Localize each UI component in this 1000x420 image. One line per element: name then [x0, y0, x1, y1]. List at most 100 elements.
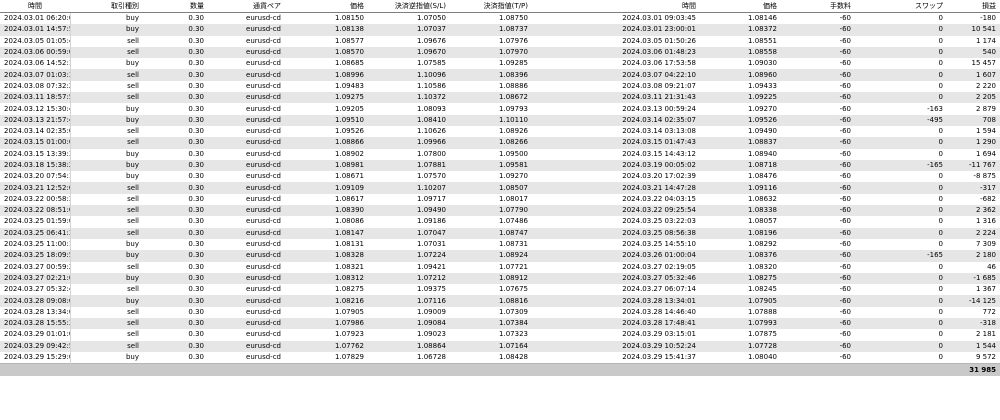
- cell-take-profit: 1.08672: [450, 92, 532, 104]
- table-row[interactable]: 2024.03.06 14:52:10 buy 0.30 eurusd-cd 1.086…: [0, 58, 1000, 70]
- total-profit: 31 985: [947, 363, 1000, 377]
- trade-history-table: 時間 取引種別 数量 通貨ペア 価格 決済逆指値(S/L) 決済指値(T/P) …: [0, 0, 1000, 377]
- cell-volume: 0.30: [143, 318, 208, 330]
- col-header-close-price[interactable]: 価格: [700, 0, 781, 13]
- table-row[interactable]: 2024.03.28 13:34:02 sell 0.30 eurusd-cd 1.07…: [0, 306, 1000, 319]
- table-row[interactable]: 2024.03.12 15:30:45 buy 0.30 eurusd-cd 1.092…: [0, 103, 1000, 115]
- col-header-commission[interactable]: 手数料: [781, 0, 855, 13]
- cell-symbol: eurusd-cd: [246, 194, 281, 203]
- table-row[interactable]: 2024.03.01 06:20:08 buy 0.30 eurusd-cd 1.081…: [0, 12, 1000, 25]
- cell-commission: -60: [781, 137, 855, 149]
- table-row[interactable]: 2024.03.27 00:59:20 sell 0.30 eurusd-cd 1.08…: [0, 261, 1000, 273]
- cell-open-price: 1.09483: [335, 81, 364, 90]
- col-header-open-price[interactable]: 価格: [285, 0, 368, 13]
- table-row[interactable]: 2024.03.22 00:58:33 sell 0.30 eurusd-cd 1.08…: [0, 193, 1000, 206]
- table-row[interactable]: 2024.03.06 00:59:01sell0.30eurusd-cd1.08…: [0, 46, 1000, 59]
- col-header-open-time[interactable]: 時間: [0, 0, 70, 13]
- cell-symbol: eurusd-cd: [246, 240, 281, 249]
- table-row[interactable]: 2024.03.25 06:41:31sell0.30eurusd-cd1.08…: [0, 227, 1000, 239]
- table-row[interactable]: 2024.03.25 01:59:06 sell 0.30 eurusd-cd 1.08…: [0, 216, 1000, 228]
- cell-open-time: 2024.03.15 13:39:33: [0, 148, 71, 160]
- table-row[interactable]: 2024.03.25 18:09:55buy0.30eurusd-cd1.083…: [0, 250, 1000, 262]
- table-row[interactable]: 2024.03.18 15:38:24buy0.30eurusd-cd1.089…: [0, 159, 1000, 172]
- cell-symbol: eurusd-cd: [208, 137, 285, 149]
- table-row[interactable]: 2024.03.20 07:54:11 buy 0.30 eurusd-cd 1.086…: [0, 171, 1000, 183]
- cell-volume: 0.30: [143, 92, 208, 104]
- cell-take-profit: 1.08396: [450, 69, 532, 81]
- cell-take-profit: 1.08747: [450, 227, 532, 239]
- col-header-swap[interactable]: スワップ: [855, 0, 947, 13]
- cell-type: sell: [127, 285, 139, 294]
- table-row[interactable]: 2024.03.21 12:52:07sell0.30eurusd-cd1.09…: [0, 182, 1000, 194]
- table-row[interactable]: 2024.03.25 11:00:13 buy 0.30 eurusd-cd 1.081…: [0, 238, 1000, 251]
- table-row[interactable]: 2024.03.11 18:57:51sell0.30eurusd-cd1.09…: [0, 92, 1000, 104]
- cell-volume: 0.30: [188, 81, 204, 90]
- cell-close-time: 2024.03.13 00:59:24: [622, 104, 696, 113]
- cell-profit: 540: [947, 46, 1000, 59]
- cell-close-price: 1.08632: [748, 194, 777, 203]
- cell-close-time: 2024.03.27 06:07:14: [622, 285, 696, 294]
- table-row[interactable]: 2024.03.07 01:03:34sell0.30eurusd-cd1.08…: [0, 69, 1000, 81]
- cell-close-price: 1.08718: [700, 159, 781, 172]
- cell-profit: 2 181: [975, 330, 996, 339]
- cell-symbol: eurusd-cd: [246, 172, 281, 181]
- cell-open-time: 2024.03.07 01:03:34: [0, 69, 71, 81]
- cell-type: sell: [127, 36, 139, 45]
- table-row[interactable]: 2024.03.29 09:42:53sell0.30eurusd-cd1.07…: [0, 340, 1000, 352]
- cell-close-time: 2024.03.11 21:31:43: [532, 92, 700, 104]
- table-row[interactable]: 2024.03.29 15:29:02 buy 0.30 eurusd-cd 1.078…: [0, 351, 1000, 364]
- table-row[interactable]: 2024.03.15 13:39:33 buy 0.30 eurusd-cd 1.089…: [0, 148, 1000, 160]
- cell-close-time: 2024.03.28 17:48:41: [532, 318, 700, 330]
- cell-stop-loss: 1.07224: [368, 250, 450, 262]
- cell-profit: 2 362: [947, 205, 1000, 217]
- cell-type: buy: [125, 172, 139, 181]
- cell-volume: 0.30: [143, 227, 208, 239]
- cell-open-time: 2024.03.21 12:52:07: [0, 182, 71, 194]
- cell-type: sell: [70, 182, 143, 194]
- cell-open-price: 1.07762: [285, 340, 368, 352]
- cell-profit: 7 309: [975, 240, 996, 249]
- cell-open-time: 2024.03.29 09:42:53: [0, 340, 71, 352]
- cell-close-price: 1.08057: [748, 217, 777, 226]
- col-header-take-profit[interactable]: 決済指値(T/P): [450, 0, 532, 13]
- cell-profit: -317: [947, 182, 1000, 194]
- cell-close-price: 1.08245: [748, 285, 777, 294]
- cell-profit: 2 205: [947, 92, 1000, 104]
- table-row[interactable]: 2024.03.22 08:51:01sell0.30eurusd-cd1.08…: [0, 205, 1000, 217]
- cell-type: sell: [127, 81, 139, 90]
- cell-stop-loss: 1.07031: [417, 240, 446, 249]
- table-row[interactable]: 2024.03.05 01:05:42 sell 0.30 eurusd-cd 1.08…: [0, 35, 1000, 47]
- col-header-stop-loss[interactable]: 決済逆指値(S/L): [368, 0, 450, 13]
- cell-open-time: 2024.03.27 02:21:06: [0, 272, 71, 285]
- table-row[interactable]: 2024.03.28 15:55:30sell0.30eurusd-cd1.07…: [0, 318, 1000, 330]
- table-row[interactable]: 2024.03.15 01:00:07sell0.30eurusd-cd1.08…: [0, 137, 1000, 149]
- cell-commission: -60: [781, 272, 855, 285]
- cell-symbol: eurusd-cd: [246, 307, 281, 316]
- col-header-type[interactable]: 取引種別: [70, 0, 143, 13]
- cell-open-time: 2024.03.13 21:57:48: [0, 114, 71, 126]
- col-header-symbol[interactable]: 通貨ペア: [208, 0, 285, 13]
- table-row[interactable]: 2024.03.27 05:32:46 sell 0.30 eurusd-cd 1.08…: [0, 284, 1000, 296]
- cell-close-time: 2024.03.15 01:47:43: [532, 137, 700, 149]
- cell-symbol: eurusd-cd: [208, 340, 285, 352]
- cell-type: buy: [70, 159, 143, 172]
- cell-open-time: 2024.03.12 15:30:45: [0, 103, 71, 115]
- table-row[interactable]: 2024.03.13 21:57:48buy0.30eurusd-cd1.095…: [0, 114, 1000, 126]
- col-header-profit[interactable]: 損益: [947, 0, 1000, 13]
- table-row[interactable]: 2024.03.14 02:35:08 sell 0.30 eurusd-cd 1.09…: [0, 125, 1000, 138]
- table-row[interactable]: 2024.03.01 14:57:54buy0.30eurusd-cd1.081…: [0, 24, 1000, 36]
- table-row[interactable]: 2024.03.27 02:21:06buy0.30eurusd-cd1.083…: [0, 272, 1000, 285]
- col-header-volume[interactable]: 数量: [143, 0, 208, 13]
- cell-commission: -60: [839, 59, 851, 68]
- cell-stop-loss: 1.07881: [368, 159, 450, 172]
- cell-take-profit: 1.08428: [499, 353, 528, 362]
- table-row[interactable]: 2024.03.28 09:08:03buy0.30eurusd-cd1.082…: [0, 295, 1000, 307]
- cell-close-time: 2024.03.22 04:03:15: [622, 194, 696, 203]
- cell-symbol: eurusd-cd: [246, 36, 281, 45]
- col-header-close-time[interactable]: 時間: [532, 0, 700, 13]
- cell-take-profit: 1.09285: [499, 59, 528, 68]
- cell-volume: 0.30: [188, 262, 204, 271]
- table-row[interactable]: 2024.03.29 01:01:01 sell 0.30 eurusd-cd 1.07…: [0, 329, 1000, 341]
- table-row[interactable]: 2024.03.08 07:32:24 sell 0.30 eurusd-cd 1.09…: [0, 80, 1000, 93]
- cell-profit: 9 572: [975, 353, 996, 362]
